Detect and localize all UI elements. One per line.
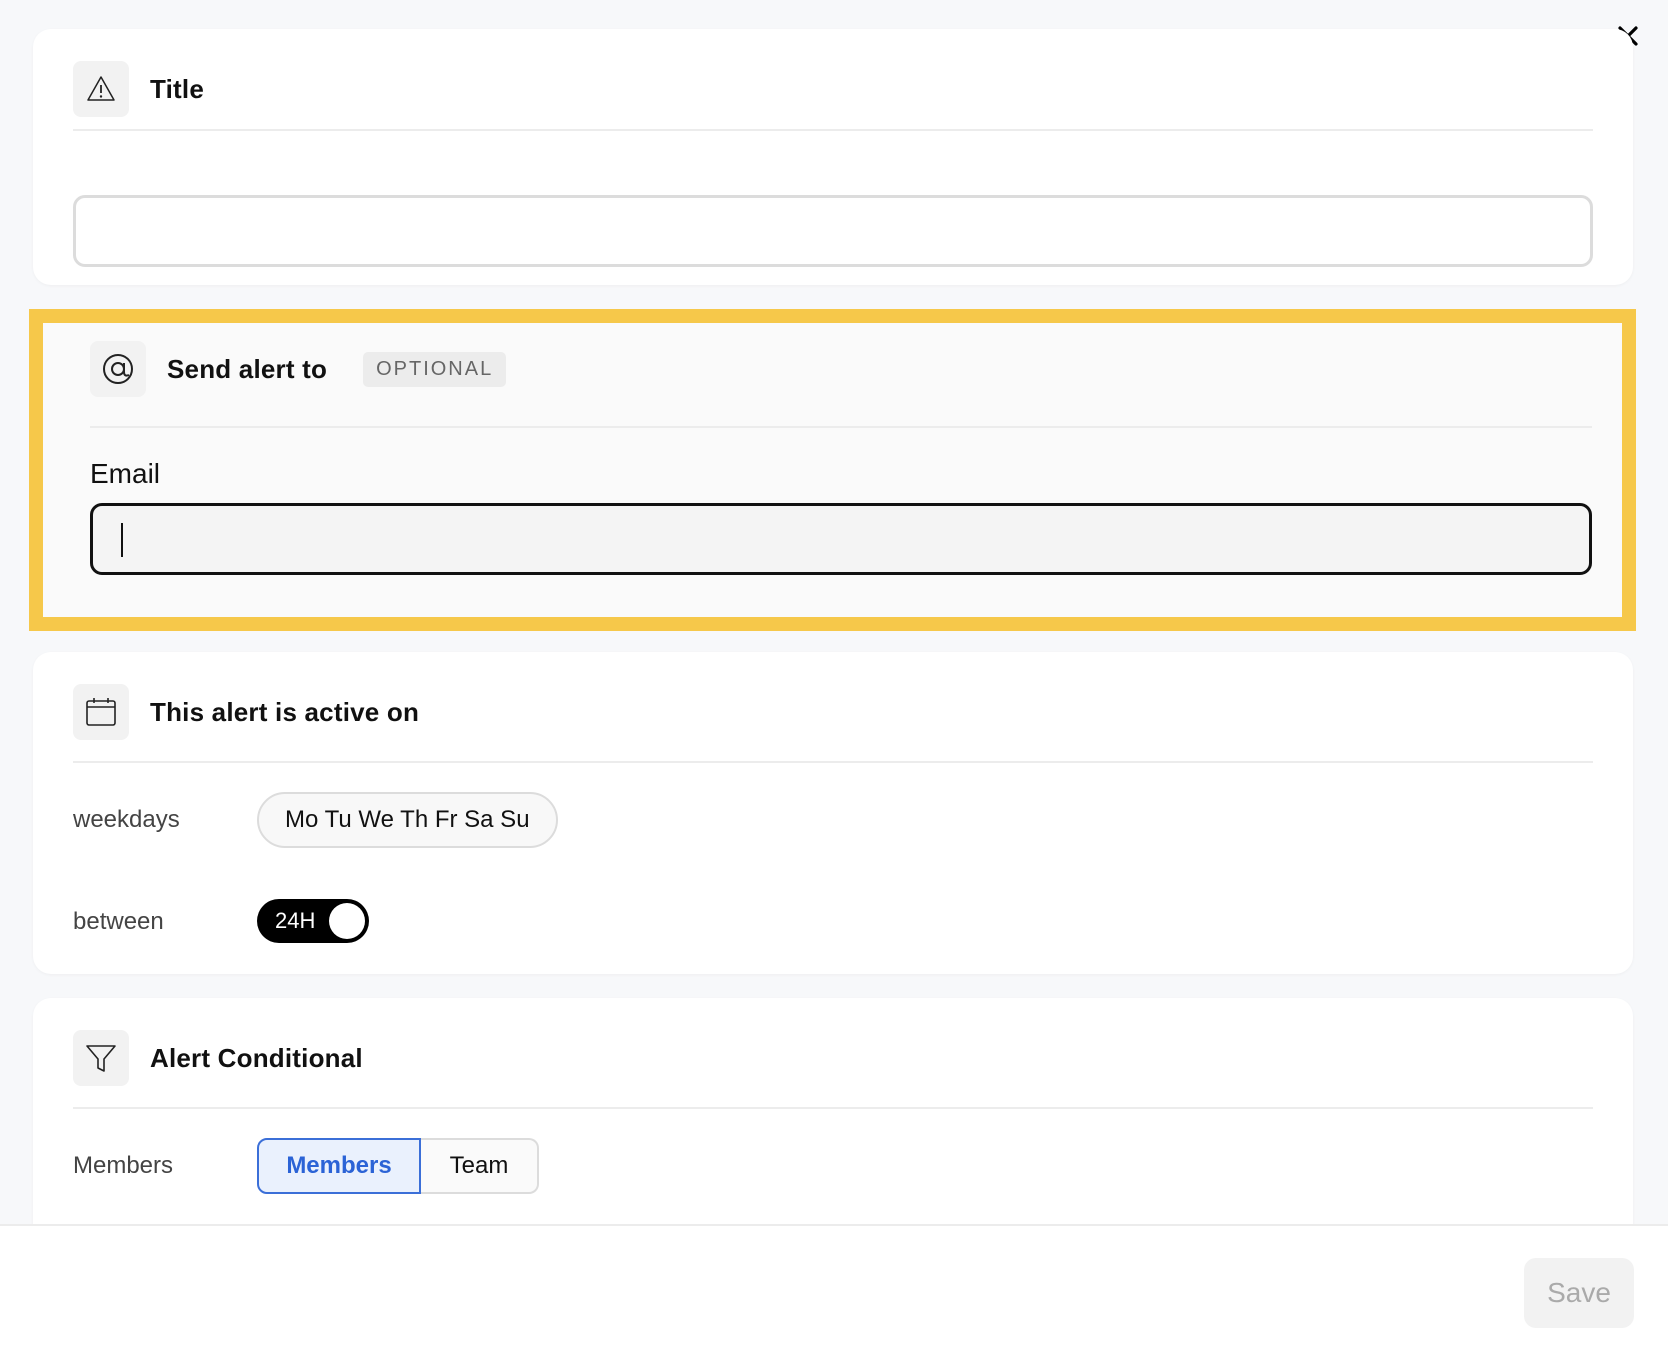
title-card: Title [33,29,1633,285]
save-button[interactable]: Save [1524,1258,1634,1328]
text-caret [121,523,123,557]
divider [73,761,1593,763]
between-label: between [73,908,164,935]
warning-icon [73,61,129,117]
alert-form-page: Title Send alert to OPTIONAL Email This … [0,0,1668,1352]
divider [73,1107,1593,1109]
at-icon [90,341,146,397]
send-alert-header: Send alert to OPTIONAL [90,341,1592,397]
members-label: Members [73,1152,174,1179]
active-on-header: This alert is active on [73,684,1593,740]
title-heading: Title [150,73,204,104]
send-alert-card: Send alert to OPTIONAL Email [43,323,1622,617]
calendar-icon [73,684,129,740]
toggle-label: 24H [275,908,316,933]
title-card-header: Title [73,61,1593,117]
alert-conditional-header: Alert Conditional [73,1030,1593,1086]
24h-toggle[interactable]: 24H [257,899,369,943]
title-input[interactable] [73,195,1593,267]
toggle-knob [329,903,365,939]
divider [90,426,1592,428]
email-input[interactable] [90,503,1592,575]
alert-conditional-card: Alert Conditional Members Members Team [33,998,1633,1258]
email-label: Email [90,458,161,489]
segment-members[interactable]: Members [257,1138,421,1194]
footer-bar: Save [0,1224,1668,1352]
weekdays-selector[interactable]: Mo Tu We Th Fr Sa Su [257,792,558,848]
send-alert-highlight: Send alert to OPTIONAL Email [29,309,1636,631]
active-on-card: This alert is active on weekdays Mo Tu W… [33,652,1633,974]
divider [73,129,1593,131]
alert-conditional-heading: Alert Conditional [150,1042,363,1073]
filter-icon [73,1030,129,1086]
members-team-segmented-control: Members Team [257,1138,539,1194]
optional-badge: OPTIONAL [363,351,507,387]
segment-team[interactable]: Team [421,1138,539,1194]
active-on-heading: This alert is active on [150,696,420,727]
send-alert-heading: Send alert to [167,353,328,384]
weekdays-label: weekdays [73,806,180,833]
